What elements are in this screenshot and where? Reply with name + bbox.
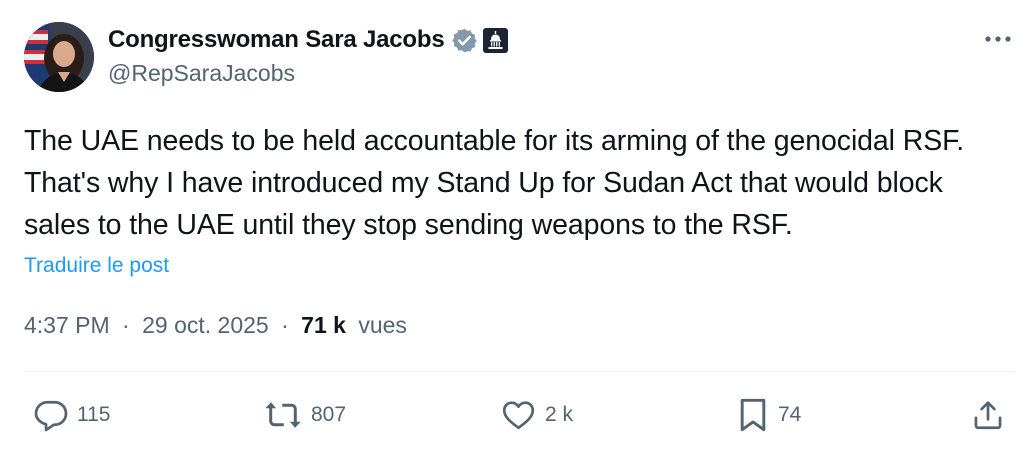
repost-count: 807 bbox=[311, 403, 347, 426]
author-display-name[interactable]: Congresswoman Sara Jacobs bbox=[108, 26, 445, 54]
tweet: Congresswoman Sara Jacobs @RepSaraJacobs bbox=[0, 0, 1025, 457]
reply-count: 115 bbox=[77, 403, 111, 426]
bookmark-icon bbox=[736, 396, 770, 434]
reply-icon bbox=[33, 397, 69, 433]
verified-badge-icon[interactable] bbox=[451, 27, 478, 54]
like-button[interactable]: 2 k bbox=[500, 392, 573, 438]
bookmark-count: 74 bbox=[778, 403, 802, 426]
author-name-row: Congresswoman Sara Jacobs bbox=[108, 24, 509, 56]
translate-post-link[interactable]: Traduire le post bbox=[24, 254, 169, 278]
share-icon bbox=[971, 397, 1005, 433]
tweet-time[interactable]: 4:37 PM bbox=[24, 312, 110, 338]
repost-button[interactable]: 807 bbox=[263, 392, 346, 438]
action-bar: 115 807 2 k 74 bbox=[0, 392, 1025, 438]
avatar[interactable] bbox=[24, 22, 94, 92]
like-count: 2 k bbox=[545, 403, 574, 426]
meta-separator: · bbox=[281, 312, 289, 338]
bookmark-button[interactable]: 74 bbox=[736, 392, 801, 438]
share-button[interactable] bbox=[971, 392, 1005, 438]
views-count: 71 k bbox=[301, 312, 346, 338]
views-label: vues bbox=[358, 312, 407, 338]
meta-separator: · bbox=[122, 312, 130, 338]
more-icon[interactable] bbox=[981, 26, 1015, 52]
repost-icon bbox=[263, 397, 303, 433]
tweet-text: The UAE needs to be held accountable for… bbox=[24, 125, 965, 241]
tweet-date[interactable]: 29 oct. 2025 bbox=[142, 312, 269, 338]
divider bbox=[24, 371, 1015, 372]
reply-button[interactable]: 115 bbox=[33, 392, 110, 438]
tweet-meta: 4:37 PM · 29 oct. 2025 · 71 k vues bbox=[24, 312, 407, 339]
capitol-icon[interactable] bbox=[483, 27, 509, 53]
heart-icon bbox=[500, 397, 537, 433]
author-handle[interactable]: @RepSaraJacobs bbox=[108, 60, 295, 87]
